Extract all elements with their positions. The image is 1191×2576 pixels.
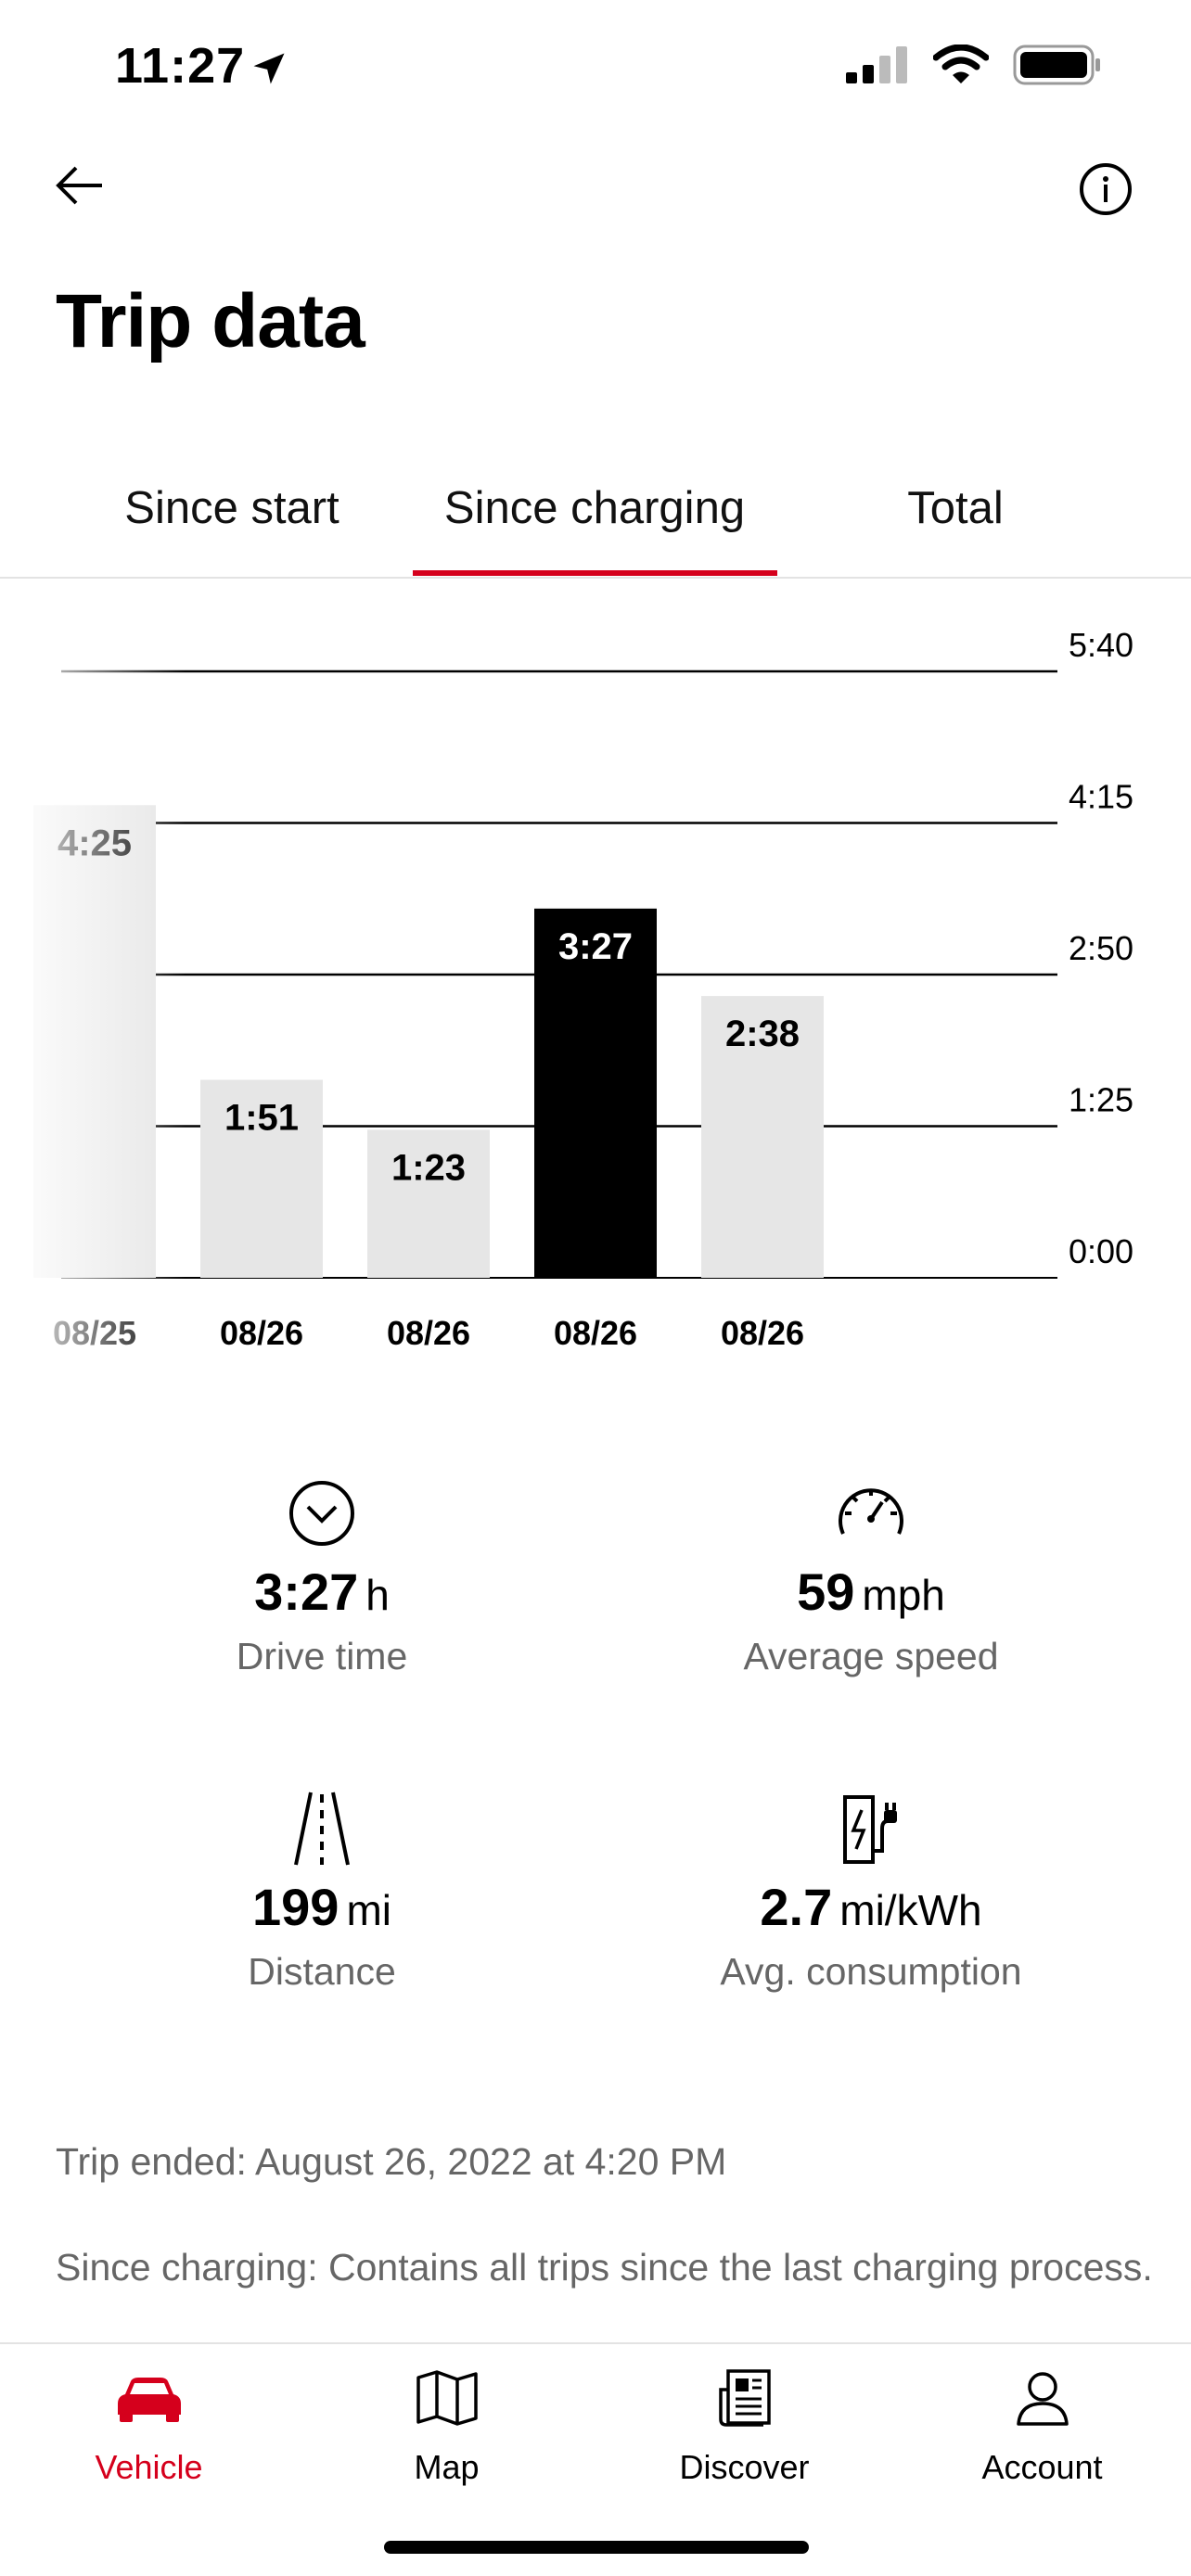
nav-account-label: Account [981, 2448, 1103, 2486]
nav-discover-label: Discover [679, 2448, 810, 2486]
tab-total[interactable]: Total [907, 482, 1004, 534]
average-speed-value: 59 mph [797, 1562, 945, 1621]
distance-label: Distance [248, 1950, 396, 1993]
since-charging-description: Since charging: Contains all trips since… [56, 2246, 1153, 2289]
stat-average-speed: 59 mph Average speed [573, 1476, 1169, 1678]
x-tick-label: 08/26 [387, 1314, 470, 1352]
tab-selected-indicator [413, 570, 777, 576]
y-tick-label: 2:50 [1069, 929, 1133, 967]
x-tick-label: 08/26 [554, 1314, 637, 1352]
stat-drive-time: 3:27 h Drive time [24, 1476, 620, 1678]
y-tick-label: 4:15 [1069, 778, 1133, 816]
x-tick-label: 08/26 [220, 1314, 303, 1352]
page-title: Trip data [56, 279, 365, 363]
cellular-signal-icon [846, 46, 909, 88]
map-icon [298, 2361, 596, 2435]
info-button[interactable] [1067, 150, 1145, 228]
nav-map-label: Map [414, 2448, 480, 2486]
charging-station-icon [573, 1792, 1169, 1866]
trip-ended-text: Trip ended: August 26, 2022 at 4:20 PM [56, 2140, 727, 2183]
avg-consumption-value: 2.7 mi/kWh [760, 1878, 982, 1936]
chevron-circle-down-icon [24, 1476, 620, 1550]
battery-icon [1013, 45, 1102, 90]
car-icon [0, 2361, 298, 2435]
user-icon [893, 2361, 1191, 2435]
info-icon [1080, 163, 1132, 215]
back-button[interactable] [50, 148, 124, 223]
speedometer-icon [573, 1476, 1169, 1550]
average-speed-label: Average speed [743, 1635, 999, 1677]
bottom-nav-divider [0, 2342, 1191, 2344]
status-time: 11:27 [115, 38, 246, 94]
y-tick-label: 1:25 [1069, 1081, 1133, 1119]
location-arrow-icon [249, 48, 289, 94]
wifi-icon [932, 44, 990, 90]
nav-account[interactable]: Account [893, 2355, 1191, 2487]
stat-distance: 199 mi Distance [24, 1792, 620, 1994]
nav-vehicle-label: Vehicle [95, 2448, 203, 2486]
drive-time-label: Drive time [236, 1635, 408, 1677]
bar-value-label: 1:51 [224, 1097, 299, 1138]
bar-value-label: 3:27 [558, 926, 633, 967]
home-indicator [384, 2541, 809, 2554]
stat-avg-consumption: 2.7 mi/kWh Avg. consumption [573, 1792, 1169, 1994]
avg-consumption-label: Avg. consumption [720, 1950, 1022, 1993]
drive-time-value: 3:27 h [254, 1562, 390, 1621]
arrow-left-icon [56, 166, 102, 205]
tab-divider [0, 577, 1191, 579]
news-icon [596, 2361, 893, 2435]
y-tick-label: 0:00 [1069, 1232, 1133, 1270]
nav-discover[interactable]: Discover [596, 2355, 893, 2487]
status-icons [846, 44, 1102, 90]
tab-since-charging[interactable]: Since charging [444, 482, 745, 534]
distance-value: 199 mi [252, 1878, 391, 1936]
nav-map[interactable]: Map [298, 2355, 596, 2487]
bar-value-label: 2:38 [725, 1014, 800, 1054]
drive-time-bar-chart[interactable]: 0:001:252:504:155:40 4:2508/251:5108/261… [0, 593, 1191, 1382]
x-tick-label: 08/26 [721, 1314, 804, 1352]
road-icon [24, 1792, 620, 1866]
tab-since-start[interactable]: Since start [124, 482, 339, 534]
nav-vehicle[interactable]: Vehicle [0, 2355, 298, 2487]
bar-value-label: 1:23 [391, 1147, 466, 1188]
y-tick-label: 5:40 [1069, 626, 1133, 664]
